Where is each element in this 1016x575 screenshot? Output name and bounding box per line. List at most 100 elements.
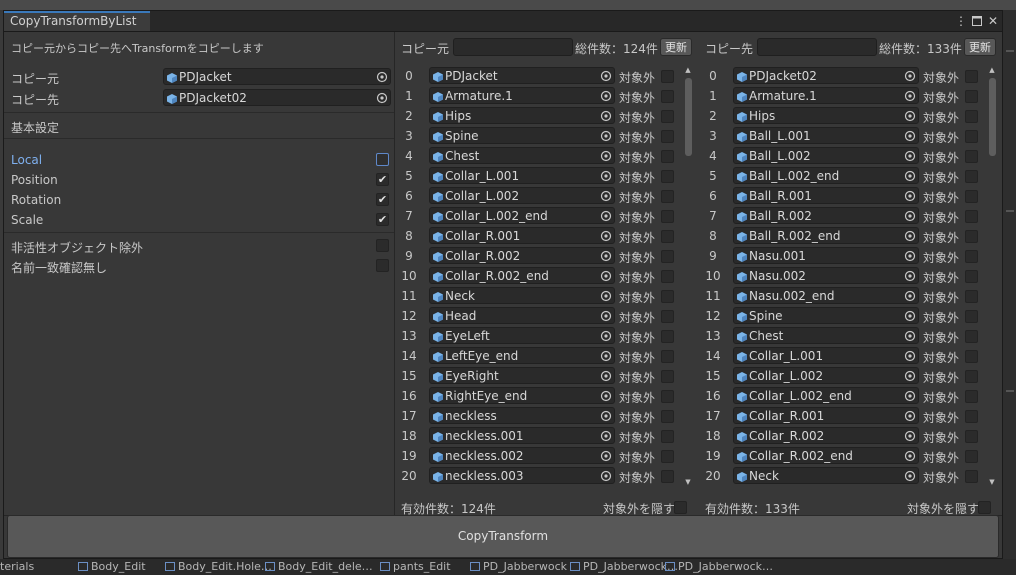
object-picker-icon[interactable] xyxy=(600,310,612,325)
row-exclude-checkbox[interactable] xyxy=(965,350,978,363)
row-exclude-checkbox[interactable] xyxy=(661,470,674,483)
row-object-field[interactable]: Ball_R.002_end xyxy=(733,227,919,244)
row-exclude-checkbox[interactable] xyxy=(661,170,674,183)
row-exclude-checkbox[interactable] xyxy=(965,290,978,303)
no-name-check-checkbox[interactable] xyxy=(376,259,389,272)
object-picker-icon[interactable] xyxy=(904,430,916,445)
option-exclude-inactive[interactable]: 非活性オブジェクト除外 xyxy=(11,237,389,255)
object-picker-icon[interactable] xyxy=(600,270,612,285)
row-exclude-checkbox[interactable] xyxy=(965,130,978,143)
asset-item[interactable]: pants_Edit xyxy=(380,560,451,573)
row-exclude-checkbox[interactable] xyxy=(661,70,674,83)
row-exclude-checkbox[interactable] xyxy=(661,350,674,363)
object-picker-icon[interactable] xyxy=(904,110,916,125)
object-picker-icon[interactable] xyxy=(904,450,916,465)
row-object-field[interactable]: Collar_L.002 xyxy=(733,367,919,384)
row-object-field[interactable]: Ball_L.002_end xyxy=(733,167,919,184)
local-checkbox[interactable] xyxy=(376,153,389,166)
row-object-field[interactable]: Collar_L.001 xyxy=(733,347,919,364)
kebab-menu-icon[interactable]: ⋮ xyxy=(955,14,967,28)
row-object-field[interactable]: PDJacket xyxy=(429,67,615,84)
option-rotation[interactable]: Rotation ✔ xyxy=(11,191,389,209)
row-object-field[interactable]: Ball_R.001 xyxy=(733,187,919,204)
row-exclude-checkbox[interactable] xyxy=(965,270,978,283)
object-picker-icon[interactable] xyxy=(600,250,612,265)
row-exclude-checkbox[interactable] xyxy=(965,70,978,83)
source-scrollbar[interactable]: ▲ ▼ xyxy=(683,66,693,486)
asset-item[interactable]: terials xyxy=(0,560,34,573)
object-picker-icon[interactable] xyxy=(904,330,916,345)
row-exclude-checkbox[interactable] xyxy=(965,150,978,163)
row-exclude-checkbox[interactable] xyxy=(965,310,978,323)
row-exclude-checkbox[interactable] xyxy=(965,250,978,263)
object-picker-icon[interactable] xyxy=(600,430,612,445)
rotation-checkbox[interactable]: ✔ xyxy=(376,193,389,206)
row-exclude-checkbox[interactable] xyxy=(661,110,674,123)
row-object-field[interactable]: Chest xyxy=(733,327,919,344)
scroll-down-icon[interactable]: ▼ xyxy=(683,478,693,486)
source-object-field[interactable]: PDJacket xyxy=(163,68,391,85)
row-object-field[interactable]: Nasu.002 xyxy=(733,267,919,284)
scroll-thumb[interactable] xyxy=(685,78,692,156)
row-object-field[interactable]: Nasu.002_end xyxy=(733,287,919,304)
row-exclude-checkbox[interactable] xyxy=(661,230,674,243)
row-object-field[interactable]: Collar_L.001 xyxy=(429,167,615,184)
row-object-field[interactable]: Ball_R.002 xyxy=(733,207,919,224)
asset-item[interactable]: PD_Jabberwock… xyxy=(570,560,678,573)
row-exclude-checkbox[interactable] xyxy=(965,370,978,383)
row-object-field[interactable]: RightEye_end xyxy=(429,387,615,404)
row-object-field[interactable]: Ball_L.001 xyxy=(733,127,919,144)
dest-hide-excluded-checkbox[interactable] xyxy=(978,501,991,514)
scroll-down-icon[interactable]: ▼ xyxy=(987,478,997,486)
object-picker-icon[interactable] xyxy=(904,230,916,245)
object-picker-icon[interactable] xyxy=(600,130,612,145)
object-picker-icon[interactable] xyxy=(904,130,916,145)
object-picker-icon[interactable] xyxy=(904,470,916,485)
row-object-field[interactable]: neckless xyxy=(429,407,615,424)
row-object-field[interactable]: Collar_R.001 xyxy=(429,227,615,244)
object-picker-icon[interactable] xyxy=(904,290,916,305)
row-object-field[interactable]: Collar_L.002_end xyxy=(733,387,919,404)
row-object-field[interactable]: Collar_R.002_end xyxy=(733,447,919,464)
row-exclude-checkbox[interactable] xyxy=(965,410,978,423)
option-scale[interactable]: Scale ✔ xyxy=(11,211,389,229)
object-picker-icon[interactable] xyxy=(600,110,612,125)
scroll-up-icon[interactable]: ▲ xyxy=(987,66,997,74)
object-picker-icon[interactable] xyxy=(904,410,916,425)
row-exclude-checkbox[interactable] xyxy=(965,170,978,183)
object-picker-icon[interactable] xyxy=(904,350,916,365)
object-picker-icon[interactable] xyxy=(904,170,916,185)
row-exclude-checkbox[interactable] xyxy=(661,150,674,163)
maximize-icon[interactable] xyxy=(972,14,982,28)
object-picker-icon[interactable] xyxy=(904,90,916,105)
object-picker-icon[interactable] xyxy=(600,350,612,365)
source-refresh-button[interactable]: 更新 xyxy=(660,38,692,56)
row-exclude-checkbox[interactable] xyxy=(965,470,978,483)
row-object-field[interactable]: Collar_L.002_end xyxy=(429,207,615,224)
scale-checkbox[interactable]: ✔ xyxy=(376,213,389,226)
object-picker-icon[interactable] xyxy=(600,410,612,425)
asset-item[interactable]: Body_Edit xyxy=(78,560,146,573)
object-picker-icon[interactable] xyxy=(600,390,612,405)
row-exclude-checkbox[interactable] xyxy=(965,330,978,343)
object-picker-icon[interactable] xyxy=(904,310,916,325)
row-exclude-checkbox[interactable] xyxy=(661,90,674,103)
object-picker-icon[interactable] xyxy=(600,70,612,85)
row-object-field[interactable]: neckless.001 xyxy=(429,427,615,444)
row-exclude-checkbox[interactable] xyxy=(965,190,978,203)
row-exclude-checkbox[interactable] xyxy=(661,410,674,423)
row-exclude-checkbox[interactable] xyxy=(661,390,674,403)
row-exclude-checkbox[interactable] xyxy=(661,310,674,323)
row-object-field[interactable]: Head xyxy=(429,307,615,324)
object-picker-icon[interactable] xyxy=(600,230,612,245)
row-object-field[interactable]: neckless.002 xyxy=(429,447,615,464)
object-picker-icon[interactable] xyxy=(600,290,612,305)
row-object-field[interactable]: PDJacket02 xyxy=(733,67,919,84)
row-object-field[interactable]: Spine xyxy=(733,307,919,324)
object-picker-icon[interactable] xyxy=(600,370,612,385)
object-picker-icon[interactable] xyxy=(904,250,916,265)
object-picker-icon[interactable] xyxy=(600,330,612,345)
option-position[interactable]: Position ✔ xyxy=(11,171,389,189)
row-object-field[interactable]: Neck xyxy=(733,467,919,484)
close-icon[interactable]: ✕ xyxy=(988,14,998,28)
